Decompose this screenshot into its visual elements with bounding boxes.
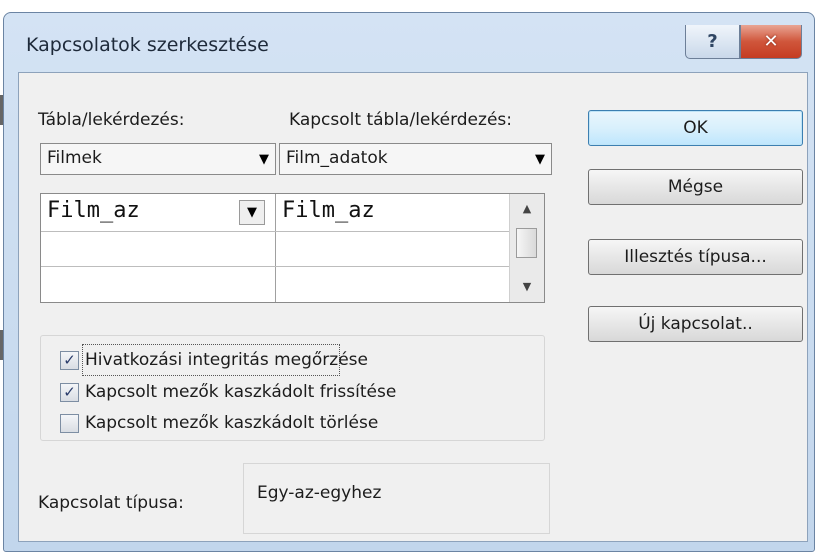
close-button[interactable]: ✕: [740, 25, 802, 59]
grid-row-line: [41, 231, 509, 232]
checkmark-icon: ✓: [63, 351, 76, 369]
checkbox-cascade-update[interactable]: ✓: [60, 382, 79, 402]
checkmark-icon: ✓: [63, 383, 76, 401]
help-button[interactable]: ?: [685, 25, 740, 59]
cancel-button[interactable]: Mégse: [588, 169, 803, 205]
relationship-type-label: Kapcsolat típusa:: [38, 493, 184, 513]
dialog-title: Kapcsolatok szerkesztése: [26, 34, 269, 56]
option-cascade-delete[interactable]: Kapcsolt mezők kaszkádolt törlése: [60, 413, 378, 433]
option-label: Kapcsolt mezők kaszkádolt frissítése: [85, 382, 397, 402]
new-relationship-button[interactable]: Új kapcsolat..: [588, 306, 803, 342]
field-dropdown-button[interactable]: ▼: [239, 200, 265, 225]
option-label: Hivatkozási integritás megőrzése: [85, 350, 368, 370]
option-referential-integrity[interactable]: ✓ Hivatkozási integritás megőrzése: [60, 350, 368, 370]
help-icon: ?: [707, 31, 718, 52]
table-label: Tábla/lekérdezés:: [38, 110, 185, 130]
ok-button[interactable]: OK: [588, 110, 803, 146]
related-table-select-value: Film_adatok: [286, 148, 388, 168]
grid-cell-left[interactable]: Film_az: [47, 198, 140, 223]
relationship-type-value: Egy-az-egyhez: [257, 483, 382, 503]
option-cascade-update[interactable]: ✓ Kapcsolt mezők kaszkádolt frissítése: [60, 382, 396, 402]
table-select-value: Filmek: [47, 148, 102, 168]
field-mapping-grid: Film_az ▼ Film_az ▲ ▼: [40, 193, 545, 303]
scroll-up-icon[interactable]: ▲: [510, 202, 544, 215]
window-controls: ? ✕: [685, 25, 802, 59]
option-label: Kapcsolt mezők kaszkádolt törlése: [85, 413, 379, 433]
join-type-button[interactable]: Illesztés típusa...: [588, 239, 803, 275]
close-icon: ✕: [763, 31, 779, 52]
related-table-label: Kapcsolt tábla/lekérdezés:: [289, 110, 512, 130]
scrollbar-thumb[interactable]: [516, 228, 537, 258]
scroll-down-icon[interactable]: ▼: [510, 280, 544, 293]
checkbox-cascade-delete[interactable]: [60, 413, 79, 433]
grid-row-line: [41, 266, 509, 267]
chevron-down-icon: ▼: [535, 152, 545, 167]
chevron-down-icon: ▼: [259, 152, 269, 167]
related-table-select[interactable]: Film_adatok ▼: [279, 143, 552, 175]
grid-divider: [275, 194, 276, 302]
grid-cell-right[interactable]: Film_az: [282, 198, 375, 223]
chevron-down-icon: ▼: [247, 205, 257, 220]
checkbox-referential-integrity[interactable]: ✓: [60, 350, 79, 370]
table-select[interactable]: Filmek ▼: [40, 143, 276, 175]
vertical-scrollbar[interactable]: ▲ ▼: [509, 194, 544, 302]
